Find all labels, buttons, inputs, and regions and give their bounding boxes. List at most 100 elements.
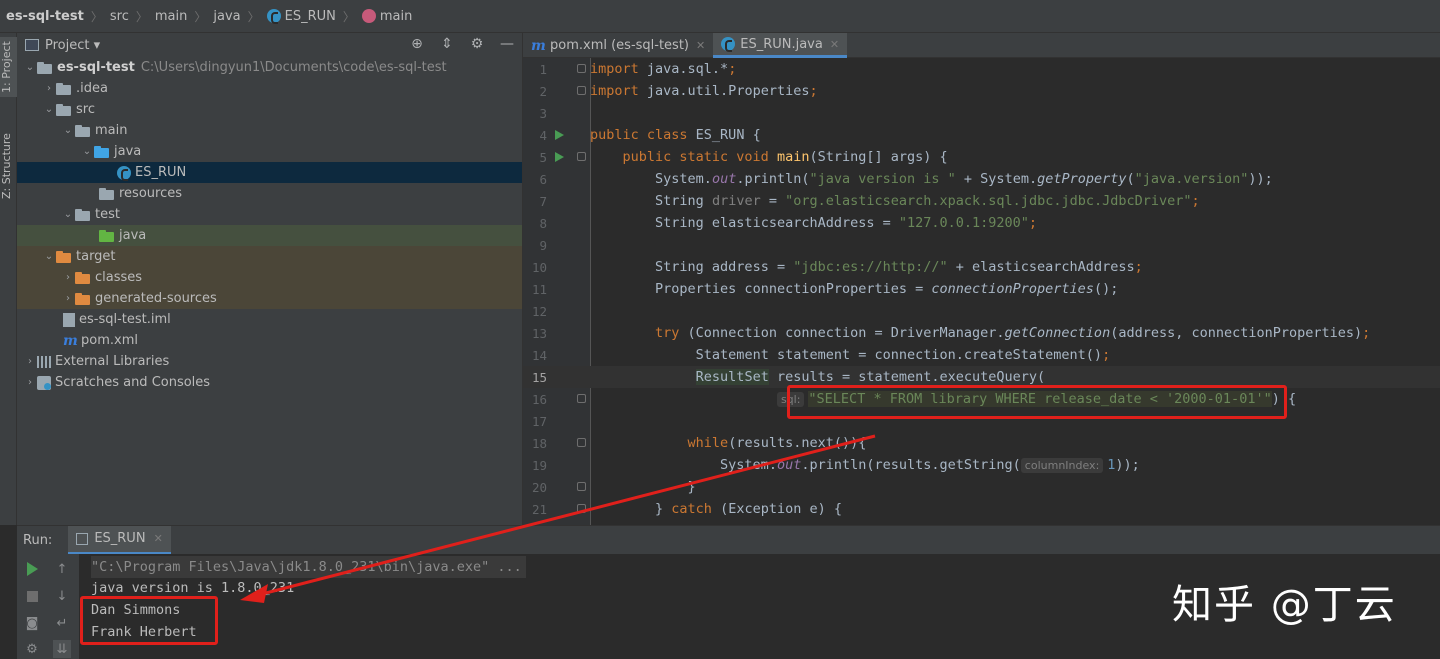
run-gutter-icon[interactable] [555, 130, 564, 140]
line-number: 5 [539, 149, 547, 165]
breadcrumb-separator-icon: 〉 [342, 9, 355, 24]
tab-label: pom.xml (es-sql-test) [550, 38, 690, 53]
locate-icon[interactable]: ⊕ [408, 35, 426, 53]
run-gutter-icon[interactable] [555, 152, 564, 162]
tree-item-iml[interactable]: es-sql-test.iml [17, 309, 522, 330]
tree-item-path: C:\Users\dingyun1\Documents\code\es-sql-… [140, 60, 447, 75]
tree-item-main[interactable]: ⌄ main [17, 120, 522, 141]
code-line: 21 } catch (Exception e) { [523, 498, 1440, 520]
chevron-right-icon[interactable]: › [23, 356, 37, 367]
code-line: 7 String driver = "org.elasticsearch.xpa… [523, 190, 1440, 212]
breadcrumb-src[interactable]: src [110, 9, 129, 24]
code-token: (String[] args) { [809, 149, 948, 165]
gear-icon[interactable]: ⚙ [468, 35, 486, 53]
maven-icon: m [531, 37, 546, 54]
line-number: 7 [539, 193, 547, 209]
excluded-folder-icon [75, 292, 91, 305]
chevron-right-icon[interactable]: › [42, 83, 56, 94]
code-token: "org.elasticsearch.xpack.sql.jdbc.jdbc.J… [785, 193, 1192, 209]
line-number: 6 [539, 171, 547, 187]
code-token: + System. [955, 171, 1038, 187]
close-icon[interactable]: ✕ [830, 38, 839, 51]
chevron-right-icon[interactable]: › [23, 377, 37, 388]
code-token: (results.next()){ [728, 435, 867, 451]
chevron-down-icon[interactable]: ⌄ [23, 62, 37, 73]
tab-es-run-java[interactable]: ES_RUN.java ✕ [713, 33, 848, 58]
breadcrumb-java[interactable]: java [213, 9, 240, 24]
code-editor[interactable]: 1 import java.sql.*; 2 import java.util.… [523, 58, 1440, 525]
chevron-down-icon[interactable]: ⌄ [61, 125, 75, 136]
chevron-down-icon[interactable]: ⌄ [42, 251, 56, 262]
tree-item-idea[interactable]: › .idea [17, 78, 522, 99]
tree-item-generated-sources[interactable]: › generated-sources [17, 288, 522, 309]
breadcrumb-class[interactable]: ES_RUN [266, 9, 336, 24]
tree-item-label: main [95, 123, 128, 138]
code-token: "java.version" [1134, 171, 1249, 187]
fold-icon[interactable] [577, 152, 586, 161]
fold-icon[interactable] [577, 86, 586, 95]
run-config-icon [76, 532, 89, 545]
stop-icon[interactable] [23, 587, 41, 605]
dropdown-arrow-icon: ▾ [93, 37, 101, 53]
tree-item-test[interactable]: ⌄ test [17, 204, 522, 225]
tree-item-es-run[interactable]: ES_RUN [17, 162, 522, 183]
fold-icon[interactable] [577, 504, 586, 513]
tree-item-classes[interactable]: › classes [17, 267, 522, 288]
tree-item-external-libraries[interactable]: › External Libraries [17, 351, 522, 372]
code-token: "java version is " [809, 171, 956, 187]
tree-item-test-java[interactable]: java [17, 225, 522, 246]
scroll-up-icon[interactable]: ↑ [53, 560, 71, 578]
tree-item-main-java[interactable]: ⌄ java [17, 141, 522, 162]
tool-tab-project[interactable]: 1: Project [0, 37, 17, 97]
tree-item-scratches[interactable]: › Scratches and Consoles [17, 372, 522, 393]
fold-icon[interactable] [577, 64, 586, 73]
scroll-down-icon[interactable]: ↓ [53, 587, 71, 605]
close-icon[interactable]: ✕ [696, 39, 705, 52]
folder-icon [75, 124, 91, 137]
line-number: 19 [531, 457, 547, 473]
line-number: 21 [531, 501, 547, 517]
console-line: "C:\Program Files\Java\jdk1.8.0_231\bin\… [91, 556, 526, 578]
fold-icon[interactable] [577, 394, 586, 403]
code-token: while [687, 435, 729, 451]
project-panel-header: Project ▾ ⊕ ⇕ ⚙ — [17, 33, 522, 57]
chevron-down-icon[interactable]: ⌄ [42, 104, 56, 115]
camera-icon[interactable]: ◙ [23, 614, 41, 632]
tree-item-target[interactable]: ⌄ target [17, 246, 522, 267]
chevron-down-icon[interactable]: ⌄ [61, 209, 75, 220]
breadcrumb-method[interactable]: main [361, 9, 412, 24]
tree-item-pom[interactable]: m pom.xml [17, 330, 522, 351]
fold-icon[interactable] [577, 438, 586, 447]
tree-item-resources[interactable]: resources [17, 183, 522, 204]
code-token: main [776, 149, 810, 165]
breadcrumb-project[interactable]: es-sql-test [6, 9, 84, 24]
rerun-icon[interactable] [23, 560, 41, 578]
tree-item-src[interactable]: ⌄ src [17, 99, 522, 120]
chevron-down-icon[interactable]: ⌄ [80, 146, 94, 157]
settings-icon[interactable]: ⚙ [23, 640, 41, 658]
code-line: 8 String elasticsearchAddress = "127.0.0… [523, 212, 1440, 234]
chevron-right-icon[interactable]: › [61, 272, 75, 283]
breadcrumb-separator-icon: 〉 [135, 9, 148, 24]
collapse-all-icon[interactable]: ⇕ [438, 35, 456, 53]
tab-label: ES_RUN.java [740, 36, 823, 52]
tree-item-label: java [114, 144, 142, 159]
tool-tab-structure[interactable]: Z: Structure [0, 125, 17, 207]
hide-icon[interactable]: — [498, 35, 516, 53]
editor-tab-bar: m pom.xml (es-sql-test) ✕ ES_RUN.java ✕ [523, 33, 1440, 58]
code-token: )); [1115, 457, 1140, 473]
tree-item-label: pom.xml [81, 333, 138, 348]
line-number: 12 [531, 303, 547, 319]
close-icon[interactable]: ✕ [154, 532, 163, 545]
soft-wrap-icon[interactable]: ↵ [53, 614, 71, 632]
chevron-right-icon[interactable]: › [61, 293, 75, 304]
scroll-to-end-icon[interactable]: ⇊ [53, 640, 71, 658]
line-number: 3 [539, 105, 547, 121]
project-view-selector[interactable]: Project ▾ [45, 38, 100, 53]
fold-icon[interactable] [577, 482, 586, 491]
code-token: "127.0.0.1:9200" [898, 215, 1029, 231]
run-tab-es-run[interactable]: ES_RUN ✕ [68, 525, 171, 555]
tab-pom-xml[interactable]: m pom.xml (es-sql-test) ✕ [523, 33, 713, 58]
breadcrumb-main[interactable]: main [155, 9, 187, 24]
tree-item-project-root[interactable]: ⌄ es-sql-test C:\Users\dingyun1\Document… [17, 57, 522, 78]
